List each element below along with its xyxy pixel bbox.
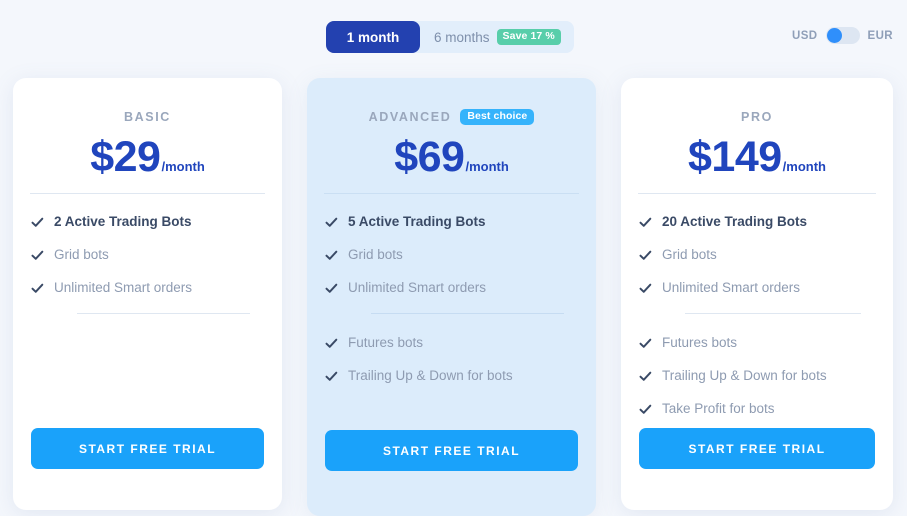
feature-label: 5 Active Trading Bots bbox=[348, 214, 486, 229]
feature-item: Trailing Up & Down for bots bbox=[325, 368, 582, 386]
feature-list-basic: 2 Active Trading Bots Grid bots Unlimite… bbox=[31, 214, 268, 335]
plan-price-amount-advanced: $69 bbox=[394, 133, 465, 181]
feature-label: Trailing Up & Down for bots bbox=[348, 368, 513, 383]
feature-label: Futures bots bbox=[662, 335, 738, 350]
plan-price-advanced: $69 /month bbox=[307, 136, 596, 179]
feature-item: Take Profit for bots bbox=[639, 401, 879, 419]
billing-period-tab-1-month-label: 1 month bbox=[346, 29, 400, 45]
plan-price-amount-basic: $29 bbox=[90, 133, 161, 181]
feature-label: Futures bots bbox=[348, 335, 424, 350]
currency-toggle[interactable] bbox=[825, 27, 860, 44]
feature-item: Futures bots bbox=[639, 335, 879, 353]
card-divider-top-advanced bbox=[324, 193, 579, 194]
feature-item: 2 Active Trading Bots bbox=[31, 214, 268, 232]
best-choice-badge: Best choice bbox=[460, 109, 535, 125]
feature-item: Unlimited Smart orders bbox=[31, 280, 268, 298]
plan-price-period-basic: /month bbox=[161, 159, 205, 174]
feature-item: Trailing Up & Down for bots bbox=[639, 368, 879, 386]
feature-item: 20 Active Trading Bots bbox=[639, 214, 879, 232]
feature-item: 5 Active Trading Bots bbox=[325, 214, 582, 232]
feature-label: Grid bots bbox=[54, 247, 109, 262]
card-divider-top-pro bbox=[638, 193, 876, 194]
plan-header-pro: PRO bbox=[621, 108, 893, 126]
feature-item: Grid bots bbox=[639, 247, 879, 265]
plan-name-basic: BASIC bbox=[124, 110, 171, 124]
plan-header-advanced: ADVANCED Best choice bbox=[307, 108, 596, 126]
feature-item: Futures bots bbox=[325, 335, 582, 353]
plan-name-advanced: ADVANCED bbox=[368, 110, 452, 124]
card-divider-top-basic bbox=[30, 193, 265, 194]
plan-price-pro: $149 /month bbox=[621, 136, 893, 179]
card-divider-mid-basic bbox=[77, 313, 250, 314]
currency-toggle-knob bbox=[826, 28, 842, 43]
check-icon bbox=[325, 370, 338, 383]
currency-switch[interactable]: USD EUR bbox=[792, 27, 893, 44]
currency-label-usd: USD bbox=[792, 29, 818, 42]
pricing-card-pro[interactable]: PRO $149 /month 20 Active Trading Bots G… bbox=[621, 78, 893, 510]
plan-name-pro: PRO bbox=[741, 110, 773, 124]
pricing-card-list: BASIC $29 /month 2 Active Trading Bots G… bbox=[0, 74, 907, 516]
check-icon bbox=[639, 249, 652, 262]
feature-label: 20 Active Trading Bots bbox=[662, 214, 808, 229]
plan-header-basic: BASIC bbox=[13, 108, 282, 126]
pricing-toolbar: 1 month 6 months Save 17 % USD EUR bbox=[0, 0, 907, 74]
feature-item: Grid bots bbox=[31, 247, 268, 265]
feature-list-advanced: 5 Active Trading Bots Grid bots Unlimite… bbox=[325, 214, 582, 401]
feature-label: Grid bots bbox=[662, 247, 717, 262]
currency-label-eur: EUR bbox=[867, 29, 893, 42]
billing-period-tab-1-month[interactable]: 1 month bbox=[326, 21, 420, 53]
feature-label: Unlimited Smart orders bbox=[54, 280, 193, 295]
card-divider-mid-pro bbox=[685, 313, 861, 314]
start-free-trial-button-advanced[interactable]: START FREE TRIAL bbox=[325, 430, 578, 471]
plan-price-basic: $29 /month bbox=[13, 136, 282, 179]
check-icon bbox=[639, 282, 652, 295]
check-icon bbox=[639, 370, 652, 383]
feature-item: Unlimited Smart orders bbox=[325, 280, 582, 298]
save-badge: Save 17 % bbox=[496, 29, 561, 45]
feature-label: Unlimited Smart orders bbox=[348, 280, 487, 295]
billing-period-switch[interactable]: 1 month 6 months Save 17 % bbox=[326, 21, 574, 53]
start-free-trial-button-pro[interactable]: START FREE TRIAL bbox=[639, 428, 875, 469]
pricing-card-basic[interactable]: BASIC $29 /month 2 Active Trading Bots G… bbox=[13, 78, 282, 510]
plan-price-amount-pro: $149 bbox=[688, 133, 782, 181]
card-divider-mid-advanced bbox=[371, 313, 564, 314]
check-icon bbox=[639, 403, 652, 416]
check-icon bbox=[325, 282, 338, 295]
check-icon bbox=[31, 249, 44, 262]
feature-label: Trailing Up & Down for bots bbox=[662, 368, 827, 383]
billing-period-tab-6-months[interactable]: 6 months Save 17 % bbox=[420, 21, 574, 53]
feature-label: Take Profit for bots bbox=[662, 401, 775, 416]
feature-label: Unlimited Smart orders bbox=[662, 280, 801, 295]
feature-label: 2 Active Trading Bots bbox=[54, 214, 192, 229]
plan-price-period-pro: /month bbox=[782, 159, 826, 174]
check-icon bbox=[325, 249, 338, 262]
check-icon bbox=[639, 337, 652, 350]
check-icon bbox=[639, 216, 652, 229]
billing-period-tab-6-months-label: 6 months bbox=[434, 29, 490, 45]
feature-label: Grid bots bbox=[348, 247, 403, 262]
check-icon bbox=[325, 216, 338, 229]
pricing-page: 1 month 6 months Save 17 % USD EUR BASIC bbox=[0, 0, 907, 516]
feature-list-pro: 20 Active Trading Bots Grid bots Unlimit… bbox=[639, 214, 879, 434]
check-icon bbox=[31, 282, 44, 295]
pricing-card-advanced[interactable]: ADVANCED Best choice $69 /month 5 Active… bbox=[307, 78, 596, 516]
feature-item: Unlimited Smart orders bbox=[639, 280, 879, 298]
start-free-trial-button-basic[interactable]: START FREE TRIAL bbox=[31, 428, 264, 469]
plan-price-period-advanced: /month bbox=[465, 159, 509, 174]
check-icon bbox=[31, 216, 44, 229]
check-icon bbox=[325, 337, 338, 350]
feature-item: Grid bots bbox=[325, 247, 582, 265]
